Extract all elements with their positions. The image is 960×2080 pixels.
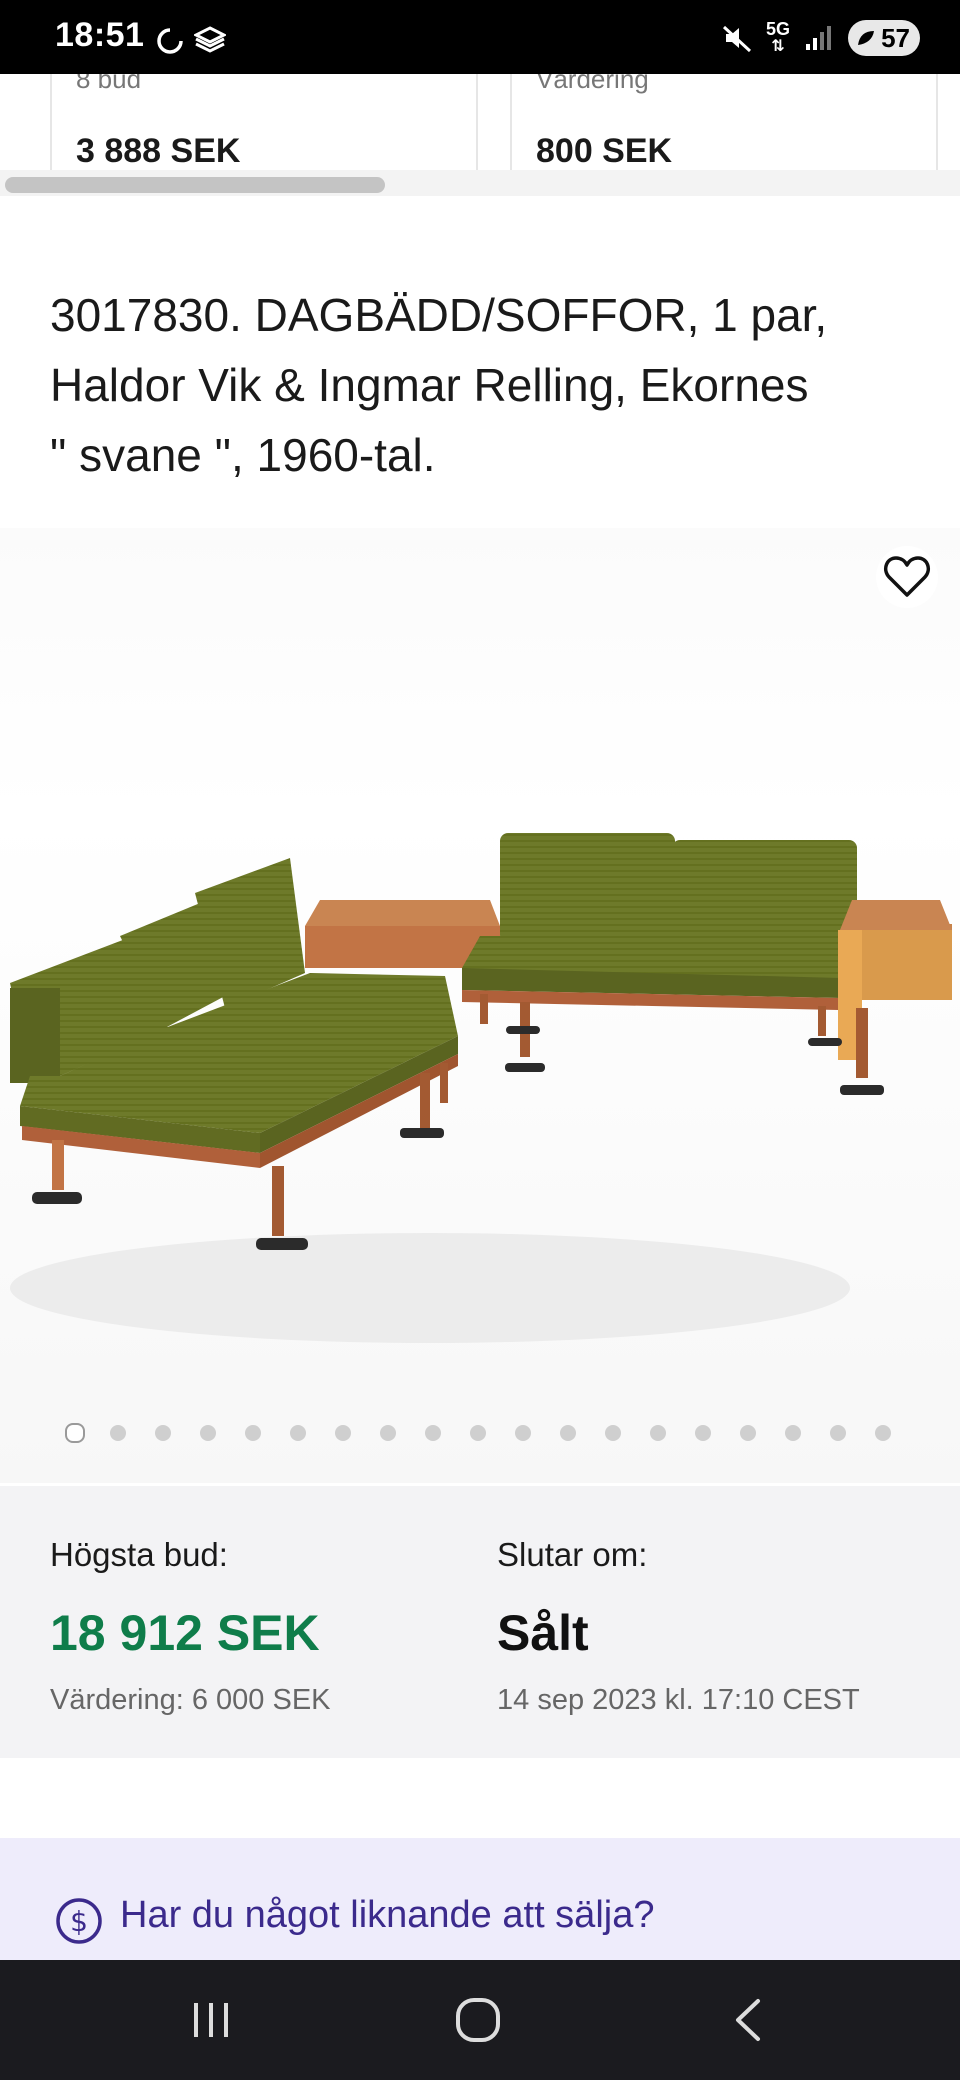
sync-icon — [157, 28, 183, 54]
dollar-circle-icon: $ — [56, 1898, 102, 1944]
horizontal-scrollbar[interactable] — [0, 170, 960, 196]
card-label: 8 bud — [76, 74, 142, 94]
gallery-pagination[interactable] — [0, 1423, 960, 1444]
pagination-dot[interactable] — [290, 1425, 306, 1441]
notification-icons — [156, 26, 226, 56]
card-price: 800 SEK — [536, 132, 673, 170]
lot-title-line: Haldor Vik & Ingmar Relling, Ekornes — [50, 359, 809, 411]
pagination-dot[interactable] — [470, 1425, 486, 1441]
pagination-dot[interactable] — [380, 1425, 396, 1441]
pagination-dot[interactable] — [650, 1425, 666, 1441]
pagination-dot[interactable] — [425, 1425, 441, 1441]
pagination-dot[interactable] — [875, 1425, 891, 1441]
pagination-dot[interactable] — [65, 1423, 85, 1443]
pagination-dot[interactable] — [785, 1425, 801, 1441]
pagination-dot[interactable] — [515, 1425, 531, 1441]
card-label: Värdering — [536, 74, 649, 94]
ends-date: 14 sep 2023 kl. 17:10 CEST — [497, 1684, 860, 1716]
lot-title-line: 3017830. DAGBÄDD/SOFFOR, 1 par, — [50, 289, 828, 341]
bid-panel: Högsta bud: 18 912 SEK Värdering: 6 000 … — [0, 1486, 960, 1758]
pagination-dot[interactable] — [695, 1425, 711, 1441]
pagination-dot[interactable] — [335, 1425, 351, 1441]
clock: 18:51 — [55, 16, 145, 54]
pagination-dot[interactable] — [200, 1425, 216, 1441]
heart-outline-icon — [884, 556, 930, 597]
pagination-dot[interactable] — [560, 1425, 576, 1441]
pagination-dot[interactable] — [245, 1425, 261, 1441]
pagination-dot[interactable] — [605, 1425, 621, 1441]
highest-bid-label: Högsta bud: — [50, 1536, 228, 1573]
card-price: 3 888 SEK — [76, 132, 241, 170]
status-bar: 18:51 5G ⇅ 57 — [0, 0, 960, 74]
signal-icon — [806, 26, 831, 50]
svg-text:$: $ — [70, 1905, 88, 1938]
highest-bid-value: 18 912 SEK — [50, 1605, 320, 1661]
cube-icon — [194, 26, 226, 53]
back-icon[interactable] — [728, 1995, 768, 2045]
home-icon[interactable] — [452, 1995, 504, 2045]
pagination-dot[interactable] — [110, 1425, 126, 1441]
recent-apps-icon[interactable] — [186, 1995, 236, 2045]
lot-title: 3017830. DAGBÄDD/SOFFOR, 1 par, Haldor V… — [50, 280, 920, 490]
image-gallery[interactable] — [0, 528, 960, 1483]
battery-icon: 57 — [848, 20, 920, 56]
pagination-dot[interactable] — [740, 1425, 756, 1441]
pagination-dot[interactable] — [830, 1425, 846, 1441]
favorite-button[interactable] — [876, 546, 938, 608]
lot-title-line: " svane ", 1960-tal. — [50, 429, 436, 481]
scrollbar-thumb[interactable] — [5, 177, 385, 193]
related-item-card[interactable]: 8 bud 3 888 SEK — [50, 74, 478, 170]
estimate-value: Värdering: 6 000 SEK — [50, 1684, 331, 1716]
ends-status: Sålt — [497, 1605, 589, 1661]
ends-label: Slutar om: — [497, 1536, 648, 1573]
related-item-card[interactable]: Värdering 800 SEK — [510, 74, 938, 170]
product-image — [10, 833, 952, 1343]
5g-icon: 5G ⇅ — [765, 19, 790, 55]
mute-icon — [722, 25, 752, 53]
pagination-dot[interactable] — [155, 1425, 171, 1441]
related-items-strip[interactable]: 8 bud 3 888 SEK Värdering 800 SEK — [0, 74, 960, 170]
sell-banner-text[interactable]: Har du något liknande att sälja? — [120, 1894, 654, 1937]
